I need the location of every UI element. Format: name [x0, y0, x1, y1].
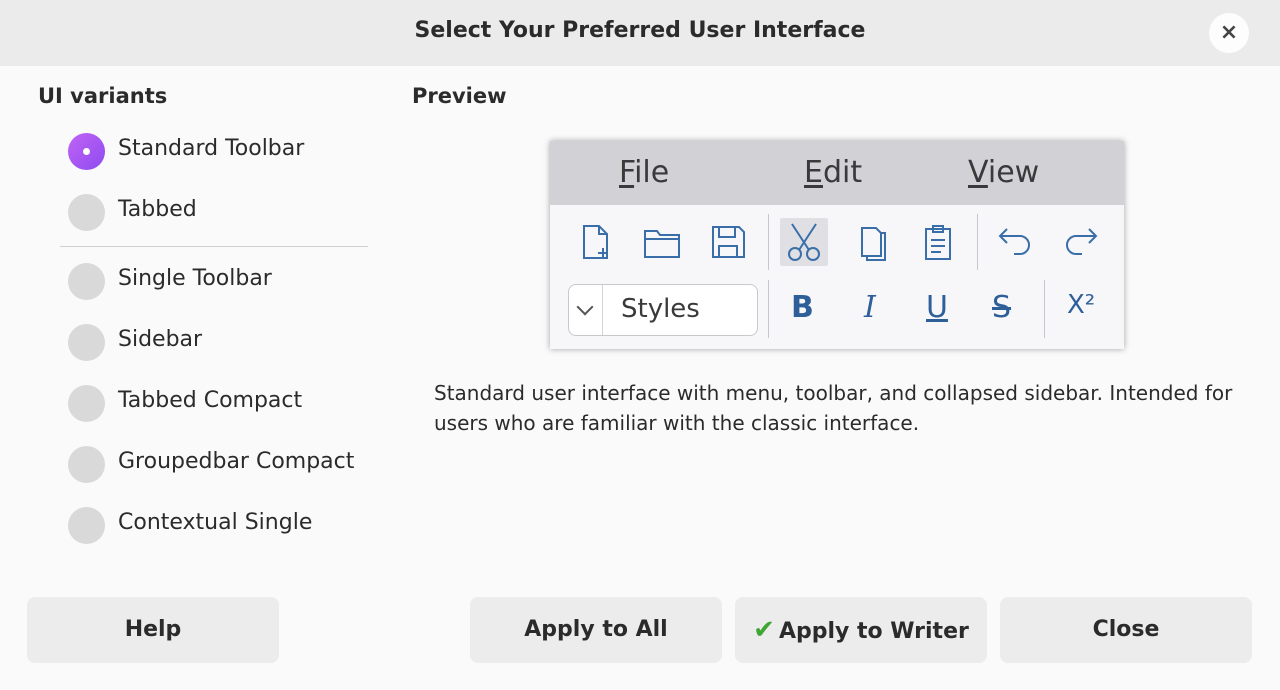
variant-label: Contextual Single	[118, 510, 313, 535]
preview-heading: Preview	[412, 84, 507, 108]
radio[interactable]	[68, 263, 105, 300]
radio[interactable]	[68, 385, 105, 422]
chevron-down-icon	[569, 285, 603, 335]
variant-label: Tabbed Compact	[118, 388, 303, 413]
preview-menu-file: File	[619, 155, 670, 190]
toolbar-separator	[977, 214, 978, 270]
help-button[interactable]: Help	[27, 597, 279, 663]
undo-icon	[990, 218, 1038, 266]
radio[interactable]	[68, 324, 105, 361]
dialog-title: Select Your Preferred User Interface	[414, 18, 866, 43]
title-bar: Select Your Preferred User Interface ×	[0, 0, 1280, 66]
paste-icon	[914, 218, 962, 266]
toolbar-separator	[768, 214, 769, 270]
open-folder-icon	[638, 218, 686, 266]
preview-styles-box: Styles	[568, 284, 758, 336]
underline-icon: U	[926, 290, 948, 325]
variant-standard-toolbar[interactable]: Standard Toolbar	[68, 131, 368, 171]
redo-icon	[1058, 218, 1106, 266]
bold-icon: B	[791, 290, 814, 325]
variant-label: Single Toolbar	[118, 266, 272, 291]
variant-label: Tabbed	[118, 197, 197, 222]
variant-groupedbar-compact[interactable]: Groupedbar Compact	[68, 444, 368, 484]
variants-separator	[60, 246, 368, 247]
preview-menu-view: View	[968, 155, 1040, 190]
preview-menubar: File Edit View	[550, 141, 1124, 205]
close-button[interactable]: Close	[1000, 597, 1252, 663]
variant-sidebar[interactable]: Sidebar	[68, 322, 368, 362]
preview-menu-edit: Edit	[804, 155, 863, 190]
checkmark-icon: ✔	[753, 615, 775, 645]
toolbar-separator	[768, 280, 769, 338]
apply-to-all-button[interactable]: Apply to All	[470, 597, 722, 663]
radio[interactable]	[68, 507, 105, 544]
save-icon	[704, 218, 752, 266]
variant-label: Groupedbar Compact	[118, 449, 355, 474]
styles-label: Styles	[621, 294, 700, 324]
variant-tabbed[interactable]: Tabbed	[68, 192, 368, 232]
variant-description: Standard user interface with menu, toolb…	[434, 381, 1233, 435]
superscript-icon: X²	[1067, 290, 1096, 320]
new-document-icon	[572, 218, 620, 266]
variant-label: Sidebar	[118, 327, 203, 352]
variant-tabbed-compact[interactable]: Tabbed Compact	[68, 383, 368, 423]
italic-icon: I	[864, 290, 876, 325]
variant-single-toolbar[interactable]: Single Toolbar	[68, 261, 368, 301]
close-icon[interactable]: ×	[1209, 13, 1249, 53]
radio-selected[interactable]	[68, 133, 105, 170]
variants-heading: UI variants	[38, 84, 168, 108]
variant-contextual-single[interactable]: Contextual Single	[68, 505, 368, 545]
apply-to-writer-label: Apply to Writer	[778, 619, 969, 644]
variant-label: Standard Toolbar	[118, 136, 305, 161]
radio[interactable]	[68, 446, 105, 483]
copy-icon	[848, 218, 896, 266]
cut-icon	[780, 218, 828, 266]
toolbar-separator	[1044, 280, 1045, 338]
radio[interactable]	[68, 194, 105, 231]
apply-to-writer-button[interactable]: ✔ Apply to Writer	[735, 597, 987, 663]
strikethrough-icon: S	[992, 290, 1012, 325]
